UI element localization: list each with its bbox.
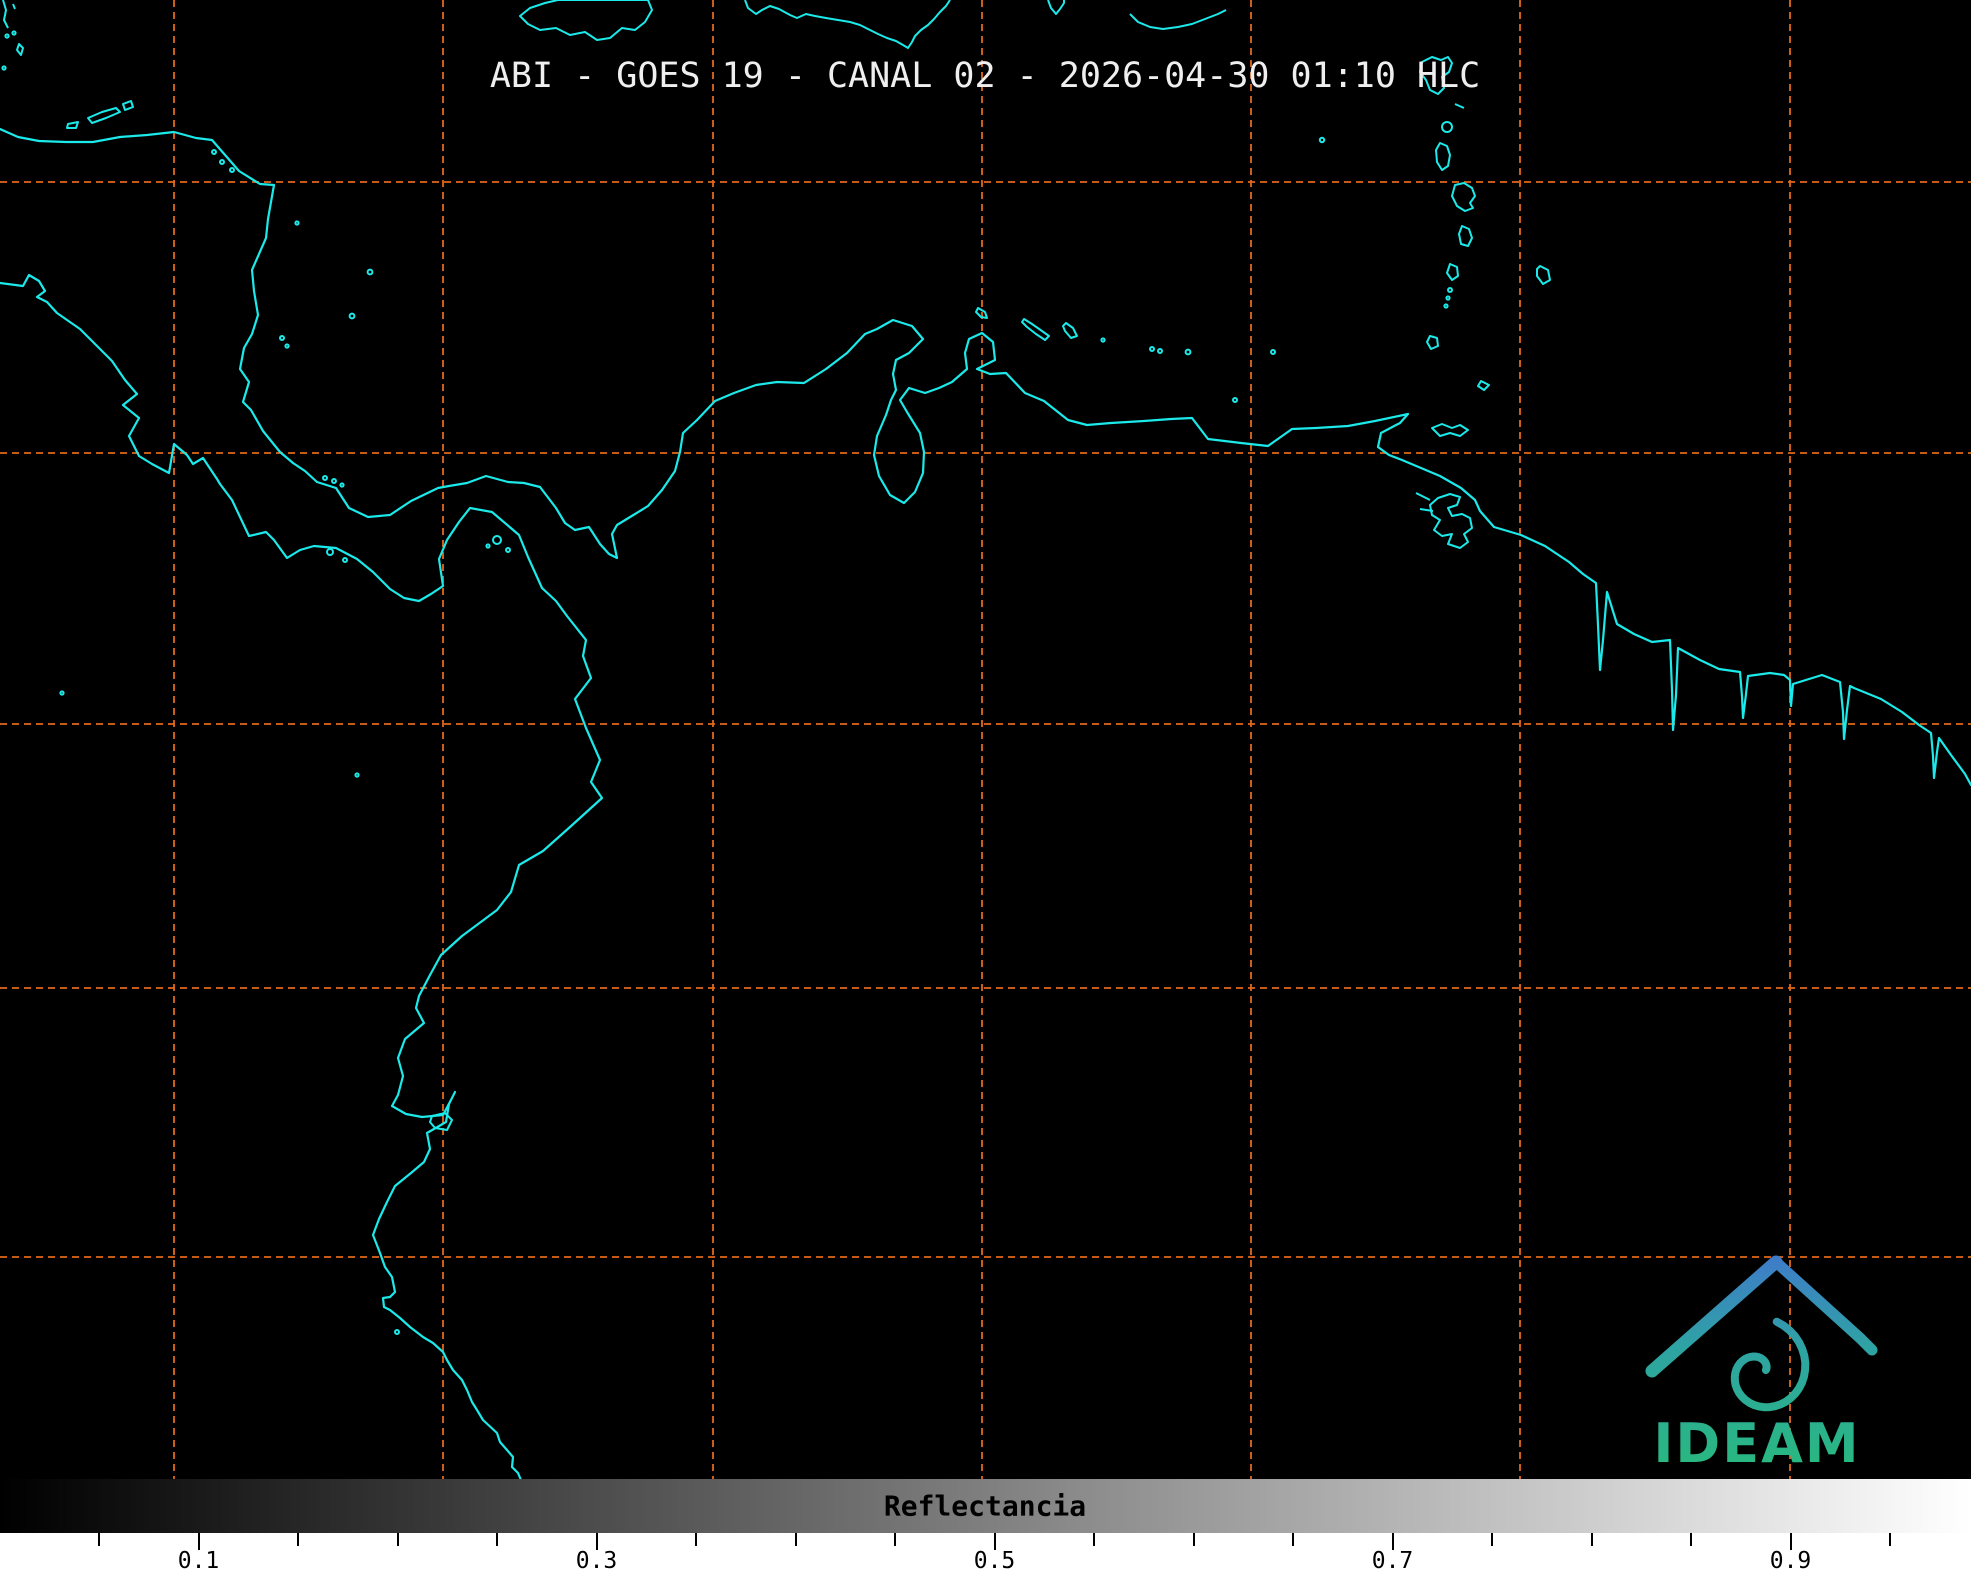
colorbar-minor-tick [1093, 1533, 1095, 1546]
ideam-logo: IDEAM [1652, 1262, 1872, 1475]
coast-belize-fragments [3, 0, 23, 55]
island-jamaica [520, 0, 652, 40]
colorbar-tick-label: 0.7 [1372, 1548, 1414, 1574]
colorbar-minor-tick [297, 1533, 299, 1546]
image-title: ABI - GOES 19 - CANAL 02 - 2026-04-30 01… [490, 56, 1480, 96]
island-tobago [1478, 381, 1489, 390]
coast-puerto-rico-south [1130, 10, 1226, 29]
island-st-vincent [1447, 264, 1458, 280]
colorbar-minor-tick [1491, 1533, 1493, 1546]
island-martinique [1452, 183, 1475, 211]
colorbar-minor-tick [98, 1533, 100, 1546]
colorbar-label: Reflectancia [884, 1490, 1086, 1523]
colorbar-minor-tick [397, 1533, 399, 1546]
island-utila [67, 122, 78, 128]
colorbar-minor-tick [695, 1533, 697, 1546]
colorbar-minor-tick [1193, 1533, 1195, 1546]
island-barbados [1537, 266, 1550, 284]
small-islands [2, 31, 1452, 1334]
ideam-logo-text: IDEAM [1653, 1412, 1860, 1475]
island-curacao [1022, 319, 1049, 340]
colorbar-minor-tick [496, 1533, 498, 1546]
coastlines [0, 129, 1971, 1480]
island-guanaja [123, 101, 133, 110]
island-grenada [1427, 336, 1438, 349]
colorbar-minor-tick [1292, 1533, 1294, 1546]
coast-hispaniola-south [745, 0, 950, 48]
island-dominica [1436, 143, 1450, 170]
colorbar-minor-tick [1690, 1533, 1692, 1546]
reflectance-colorbar: Reflectancia [0, 1479, 1971, 1533]
island-margarita [1432, 424, 1468, 436]
island-roatan [88, 108, 120, 123]
colorbar-minor-tick [1591, 1533, 1593, 1546]
colorbar-axis: 0.1 0.3 0.5 0.7 0.9 [0, 1533, 1971, 1577]
colorbar-minor-tick [1889, 1533, 1891, 1546]
satellite-image-viewport: IDEAM ABI - GOES 19 - CANAL 02 - 2026-04… [0, 0, 1971, 1577]
island-trinidad [1416, 493, 1472, 548]
island-saona [1048, 0, 1064, 14]
colorbar-tick-label: 0.5 [974, 1548, 1016, 1574]
islands [2, 0, 1550, 1334]
coastline-caribbean-atlantic [0, 129, 1971, 785]
island-st-lucia [1459, 226, 1472, 246]
satellite-map: IDEAM [0, 0, 1971, 1577]
island-bonaire [1063, 323, 1077, 338]
colorbar-tick-label: 0.9 [1770, 1548, 1812, 1574]
colorbar-tick-label: 0.1 [178, 1548, 220, 1574]
colorbar-minor-tick [894, 1533, 896, 1546]
colorbar-tick-label: 0.3 [576, 1548, 618, 1574]
ideam-logo-spiral-icon [1735, 1322, 1806, 1408]
island-marie-galante [1442, 122, 1452, 132]
colorbar-minor-tick [795, 1533, 797, 1546]
coastline-pacific [0, 275, 602, 1480]
